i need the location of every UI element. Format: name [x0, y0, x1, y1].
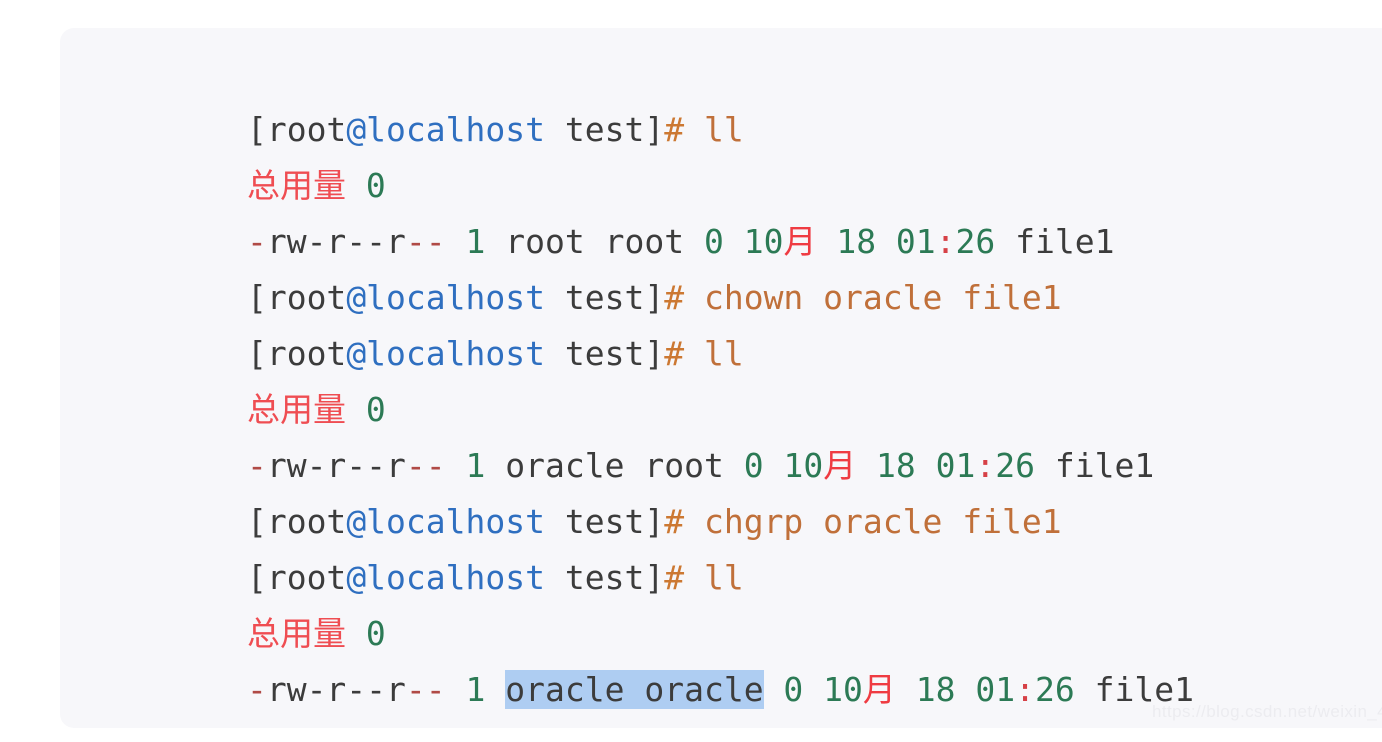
prompt-bracket: [	[246, 502, 267, 541]
prompt-command: ll	[684, 334, 744, 373]
file-name: file1	[1035, 446, 1155, 485]
link-count: 1	[445, 222, 486, 261]
date-day-hour: 18 01	[856, 446, 976, 485]
file-size: 0	[763, 670, 804, 709]
time-colon: :	[935, 222, 956, 261]
prompt-user: root	[266, 502, 347, 541]
prompt-command: chgrp oracle file1	[684, 502, 1062, 541]
date-month-char: 月	[783, 222, 817, 261]
selected-owner-group[interactable]: oracle oracle	[505, 670, 764, 709]
time-minutes: 26	[1035, 670, 1075, 709]
prompt-hash: #	[664, 110, 685, 149]
watermark-text: https://blog.csdn.net/weixin_42201346	[1151, 702, 1382, 721]
prompt-path: test]	[545, 558, 665, 597]
prompt-command: chown oracle file1	[684, 278, 1062, 317]
owner-group-prefix	[485, 670, 505, 709]
permission-tail: --	[405, 670, 446, 709]
permission-lead: -	[246, 670, 267, 709]
permission-lead: -	[246, 446, 267, 485]
date-day-hour: 18 01	[895, 670, 1016, 709]
prompt-command: ll	[684, 110, 744, 149]
file-size: 0	[723, 446, 764, 485]
date-month-number: 10	[803, 670, 863, 709]
prompt-host: @localhost	[346, 110, 545, 149]
prompt-user: root	[266, 558, 347, 597]
time-minutes: 26	[955, 222, 996, 261]
total-label: 总用量	[246, 614, 346, 653]
prompt-host: @localhost	[346, 278, 545, 317]
time-colon: :	[1015, 670, 1036, 709]
permission-tail: --	[405, 446, 446, 485]
prompt-host: @localhost	[346, 334, 545, 373]
prompt-bracket: [	[246, 278, 267, 317]
prompt-host: @localhost	[346, 558, 545, 597]
total-value: 0	[345, 390, 386, 429]
date-month-char: 月	[823, 446, 857, 485]
prompt-user: root	[266, 278, 347, 317]
code-block-card: [root@localhost test]# ll 总用量 0 -rw-r--r…	[60, 28, 1382, 728]
prompt-hash: #	[664, 502, 685, 541]
file-name: file1	[995, 222, 1115, 261]
prompt-host: @localhost	[346, 502, 545, 541]
total-label: 总用量	[246, 166, 346, 205]
code-block-content[interactable]: [root@localhost test]# ll 总用量 0 -rw-r--r…	[88, 46, 1382, 728]
prompt-hash: #	[664, 558, 685, 597]
prompt-bracket: [	[246, 558, 267, 597]
screenshot-root: [root@localhost test]# ll 总用量 0 -rw-r--r…	[0, 0, 1382, 742]
permission-bits: rw-r--r	[266, 670, 406, 709]
prompt-path: test]	[545, 502, 665, 541]
prompt-hash: #	[664, 278, 685, 317]
file-size: 0	[684, 222, 724, 261]
date-month-number: 10	[723, 222, 784, 261]
date-month-char: 月	[862, 670, 896, 709]
terminal-line: [root@localhost test]# ll	[88, 46, 1382, 149]
time-minutes: 26	[995, 446, 1036, 485]
total-value: 0	[345, 614, 386, 653]
prompt-command: ll	[684, 558, 744, 597]
link-count: 1	[445, 446, 486, 485]
owner-group: oracle root	[485, 446, 724, 485]
total-label: 总用量	[246, 390, 346, 429]
prompt-user: root	[266, 110, 347, 149]
permission-lead: -	[246, 222, 267, 261]
prompt-hash: #	[664, 334, 685, 373]
date-day-hour: 18 01	[816, 222, 936, 261]
prompt-bracket: [	[246, 110, 267, 149]
total-value: 0	[345, 166, 386, 205]
prompt-path: test]	[545, 278, 665, 317]
time-colon: :	[975, 446, 996, 485]
prompt-path: test]	[545, 334, 665, 373]
prompt-path: test]	[545, 110, 665, 149]
permission-bits: rw-r--r	[266, 222, 406, 261]
link-count: 1	[445, 670, 486, 709]
owner-group: root root	[485, 222, 685, 261]
permission-tail: --	[405, 222, 446, 261]
permission-bits: rw-r--r	[266, 446, 406, 485]
prompt-bracket: [	[246, 334, 267, 373]
date-month-number: 10	[763, 446, 824, 485]
prompt-user: root	[266, 334, 347, 373]
